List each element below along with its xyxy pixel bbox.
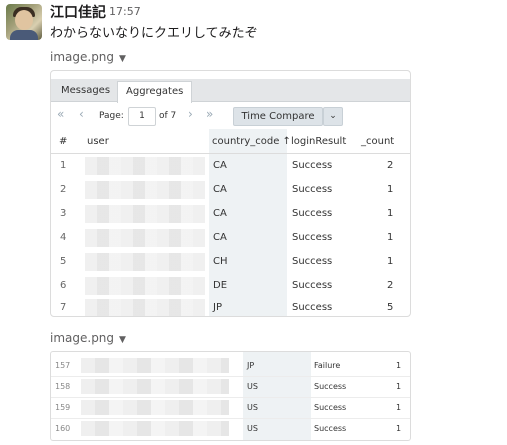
login-result: Success [314,403,347,412]
country-code: US [247,403,258,412]
page-label: Page: [99,111,124,121]
row-index: 158 [55,382,71,391]
country-code: CA [213,184,227,195]
redacted-user [85,181,205,199]
country-code: CA [213,160,227,171]
count: 2 [387,160,394,171]
screenshot-table-tail[interactable]: 157 JP Failure 1 158 US Success 1 159 US… [50,351,411,441]
row-index: 4 [60,232,67,243]
country-code: US [247,424,258,433]
avatar[interactable] [6,4,42,40]
row-index: 2 [60,184,67,195]
count: 1 [396,382,402,391]
attachment-label-2[interactable]: image.png ▼ [50,331,126,345]
count: 5 [387,302,394,313]
login-result: Success [292,208,333,219]
table-row: 160 US Success 1 [51,418,410,439]
table-row: 158 US Success 1 [51,376,410,398]
country-code: DE [213,280,228,291]
login-result: Success [292,160,333,171]
login-result: Success [292,302,333,313]
col-header-user[interactable]: user [87,131,109,153]
table-row: 2 CA Success 1 [51,178,410,202]
chevron-down-icon[interactable]: ▼ [119,335,126,345]
redacted-user [81,379,229,394]
redacted-user [85,277,205,295]
count: 1 [387,208,394,219]
login-result: Success [292,232,333,243]
first-page-icon[interactable]: « [57,107,64,121]
chevron-down-icon[interactable]: ▼ [119,54,126,64]
row-index: 7 [60,302,67,313]
country-code: US [247,382,258,391]
screenshot-aggregates-table[interactable]: Messages Aggregates « ‹ Page: 1 of 7 › »… [50,70,411,317]
login-result: Success [292,256,333,267]
count: 1 [387,256,394,267]
table-row: 159 US Success 1 [51,397,410,419]
redacted-user [81,421,229,436]
time-compare-button[interactable]: Time Compare [233,107,323,126]
table-row: 157 JP Failure 1 [51,355,410,377]
redacted-user [81,358,229,373]
pager: « ‹ Page: 1 of 7 › » Time Compare ⌄ [51,103,410,129]
login-result: Success [314,424,347,433]
login-result: Failure [314,361,341,370]
redacted-user [85,205,205,223]
attachment-filename: image.png [50,50,115,64]
row-index: 157 [55,361,71,370]
message-text: わからないなりにクエリしてみたぞ [50,26,258,41]
count: 1 [396,424,402,433]
tab-bar: Messages Aggregates [51,79,410,103]
login-result: Success [314,382,347,391]
redacted-user [81,400,229,415]
login-result: Success [292,280,333,291]
row-index: 160 [55,424,71,433]
table-row: 3 CA Success 1 [51,202,410,226]
count: 1 [396,361,402,370]
count: 1 [387,232,394,243]
redacted-user [85,229,205,247]
attachment-filename: image.png [50,331,115,345]
country-code: CA [213,232,227,243]
row-index: 6 [60,280,67,291]
row-index: 3 [60,208,67,219]
last-page-icon[interactable]: » [206,107,213,121]
attachment-label-1[interactable]: image.png ▼ [50,50,126,64]
table-row: 1 CA Success 2 [51,154,410,178]
chevron-down-icon[interactable]: ⌄ [323,107,343,126]
col-header-index[interactable]: # [59,131,67,153]
timestamp[interactable]: 17:57 [109,5,141,18]
login-result: Success [292,184,333,195]
redacted-user [85,157,205,175]
count: 1 [396,403,402,412]
page-count: of 7 [159,111,177,121]
count: 2 [387,280,394,291]
row-index: 159 [55,403,71,412]
country-code: JP [213,302,222,313]
sender-name[interactable]: 江口佳記 [50,2,106,22]
page-input[interactable]: 1 [128,107,156,126]
redacted-user [85,299,205,316]
prev-page-icon[interactable]: ‹ [79,107,84,121]
table-row: 4 CA Success 1 [51,226,410,250]
col-header-country-code[interactable]: country_code ↑ [212,131,291,153]
table-row: 7 JP Success 5 [51,296,410,316]
row-index: 1 [60,160,67,171]
country-code: CA [213,208,227,219]
col-header-login-result[interactable]: loginResult [291,131,346,153]
tab-aggregates[interactable]: Aggregates [117,81,193,103]
table-row: 6 DE Success 2 [51,274,410,298]
table-row: 5 CH Success 1 [51,250,410,274]
col-header-count[interactable]: _count [361,131,394,153]
count: 1 [387,184,394,195]
row-index: 5 [60,256,67,267]
country-code: JP [247,361,255,370]
next-page-icon[interactable]: › [188,107,193,121]
country-code: CH [213,256,228,267]
redacted-user [85,253,205,271]
tab-messages[interactable]: Messages [53,81,118,101]
